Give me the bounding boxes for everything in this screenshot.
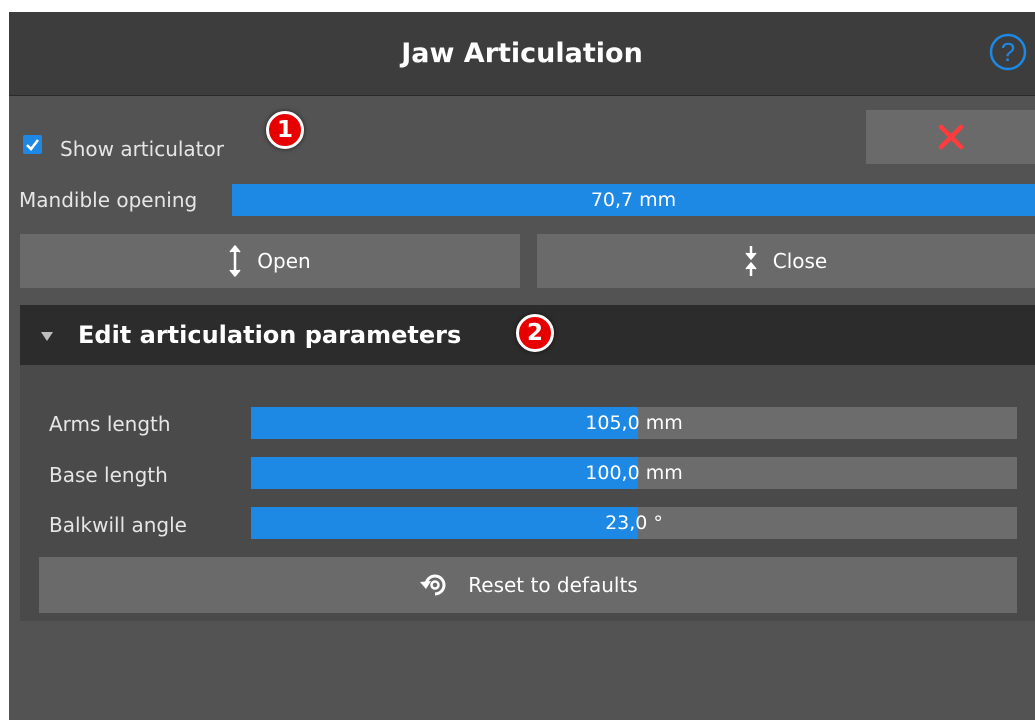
arrows-collapse-vertical-icon xyxy=(745,246,757,276)
mandible-opening-slider[interactable]: 70,7 mm xyxy=(232,184,1035,216)
slider-value: 70,7 mm xyxy=(590,189,677,211)
close-x-icon xyxy=(938,124,964,150)
close-jaw-button[interactable]: Close xyxy=(537,234,1035,288)
base-length-slider[interactable]: 100,0 mm xyxy=(251,457,1017,489)
section-header[interactable]: Edit articulation parameters 2 xyxy=(20,305,1035,365)
title-bar: Jaw Articulation ? xyxy=(9,12,1035,96)
base-length-label: Base length xyxy=(49,463,168,487)
svg-text:?: ? xyxy=(1001,37,1015,67)
mandible-opening-label: Mandible opening xyxy=(19,188,198,212)
jaw-articulation-panel: Jaw Articulation ? Show articulator 1 Ma… xyxy=(9,12,1035,720)
balkwill-angle-slider[interactable]: 23,0 ° xyxy=(251,507,1017,539)
show-articulator-checkbox[interactable] xyxy=(23,135,42,154)
show-articulator-label[interactable]: Show articulator xyxy=(60,137,224,161)
collapse-triangle-icon[interactable] xyxy=(41,332,53,341)
callout-badge-1: 1 xyxy=(266,111,304,149)
open-button-label: Open xyxy=(257,249,311,273)
arms-length-label: Arms length xyxy=(49,412,171,436)
arrows-expand-vertical-icon xyxy=(229,244,241,278)
reset-icon xyxy=(420,574,446,596)
reset-to-defaults-button[interactable]: Reset to defaults xyxy=(39,557,1017,613)
open-button[interactable]: Open xyxy=(20,234,520,288)
reset-button-label: Reset to defaults xyxy=(468,573,638,597)
close-button-label: Close xyxy=(772,249,828,273)
checkmark-icon xyxy=(26,139,40,151)
balkwill-angle-label: Balkwill angle xyxy=(49,513,187,537)
slider-value: 23,0 ° xyxy=(605,512,663,534)
arms-length-slider[interactable]: 105,0 mm xyxy=(251,407,1017,439)
section-title: Edit articulation parameters xyxy=(78,321,462,349)
help-circle-icon[interactable]: ? xyxy=(989,33,1027,71)
slider-value: 100,0 mm xyxy=(585,462,683,484)
slider-value: 105,0 mm xyxy=(585,412,683,434)
close-button[interactable] xyxy=(866,110,1035,164)
callout-badge-2: 2 xyxy=(516,314,554,352)
articulation-parameters-section: Edit articulation parameters 2 Arms leng… xyxy=(20,305,1035,621)
panel-title: Jaw Articulation xyxy=(401,38,643,69)
